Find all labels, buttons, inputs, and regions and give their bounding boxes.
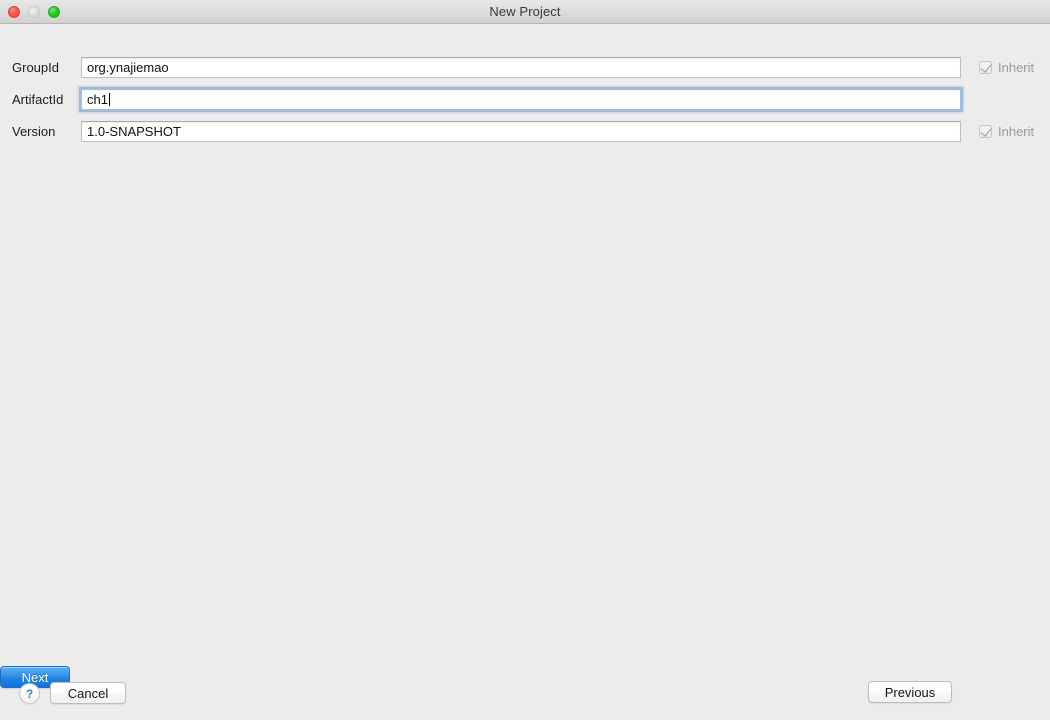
groupid-input[interactable]: org.ynajiemao xyxy=(81,56,961,78)
groupid-label: GroupId xyxy=(12,59,59,75)
form-row-groupid: GroupId org.ynajiemao Inherit xyxy=(0,56,1050,78)
version-input[interactable]: 1.0-SNAPSHOT xyxy=(81,120,961,142)
version-inherit-label: Inherit xyxy=(998,123,1035,139)
form-row-artifactid: ArtifactId ch1 xyxy=(0,88,1050,110)
version-inherit-group[interactable]: Inherit xyxy=(979,124,1034,139)
groupid-value: org.ynajiemao xyxy=(87,59,169,75)
checkmark-icon xyxy=(980,60,992,73)
groupid-inherit-checkbox[interactable] xyxy=(979,60,992,74)
minimize-window-icon[interactable] xyxy=(28,5,40,18)
title-bar: New Project xyxy=(0,0,1050,24)
window-controls xyxy=(8,0,60,23)
window-title: New Project xyxy=(489,4,561,19)
artifactid-label: ArtifactId xyxy=(12,91,64,107)
dialog-footer: ? Cancel Previous Next xyxy=(0,666,1050,720)
form-row-version: Version 1.0-SNAPSHOT Inherit xyxy=(0,120,1050,142)
help-button[interactable]: ? xyxy=(19,683,40,704)
artifactid-value: ch1 xyxy=(87,91,108,107)
new-project-dialog: New Project GroupId org.ynajiemao Inheri… xyxy=(0,0,1050,720)
text-caret xyxy=(108,92,110,106)
close-window-icon[interactable] xyxy=(8,5,20,18)
version-inherit-checkbox[interactable] xyxy=(979,124,992,138)
artifactid-input[interactable]: ch1 xyxy=(81,88,961,110)
groupid-inherit-group[interactable]: Inherit xyxy=(979,60,1034,75)
groupid-inherit-label: Inherit xyxy=(998,59,1035,75)
dialog-content: GroupId org.ynajiemao Inherit ArtifactId… xyxy=(0,24,1050,720)
previous-button[interactable]: Previous xyxy=(868,681,952,703)
checkmark-icon xyxy=(980,124,992,137)
version-value: 1.0-SNAPSHOT xyxy=(87,123,181,139)
zoom-window-icon[interactable] xyxy=(48,5,60,18)
version-label: Version xyxy=(12,123,56,139)
cancel-button[interactable]: Cancel xyxy=(50,682,126,704)
